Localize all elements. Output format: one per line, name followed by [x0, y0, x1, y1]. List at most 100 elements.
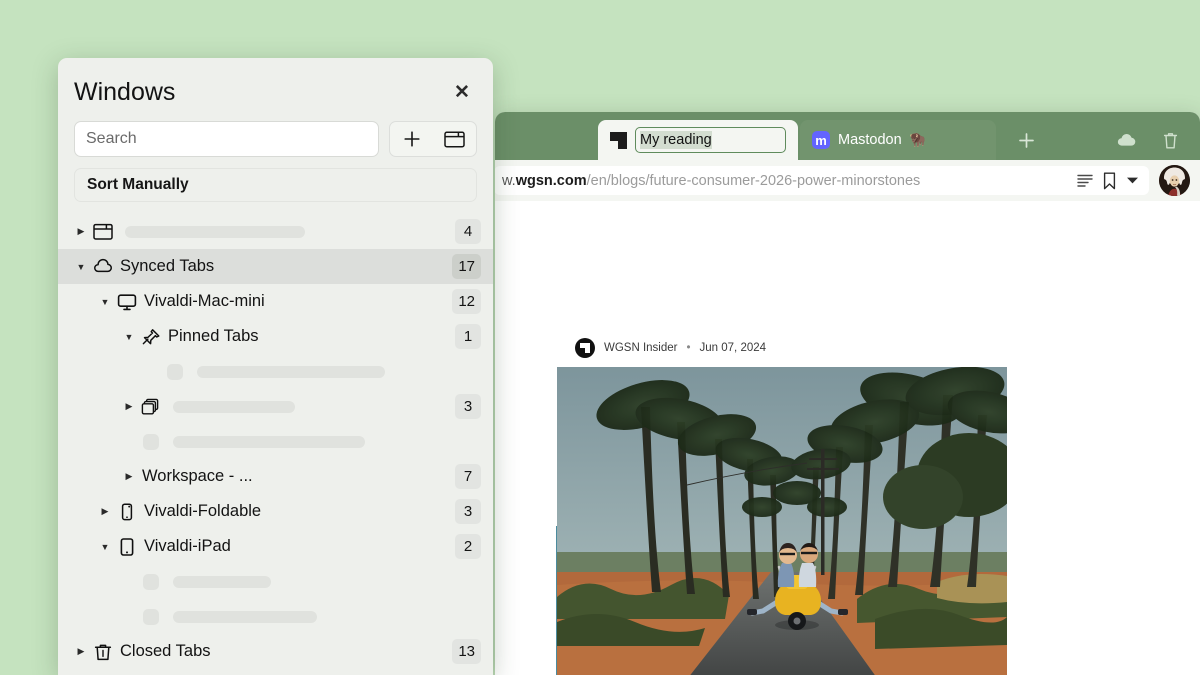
tab-count-badge: 13: [452, 639, 481, 664]
pinned-tabs-group[interactable]: ▼ Pinned Tabs 1: [58, 319, 493, 354]
tab-count-badge: 3: [455, 499, 481, 524]
chevron-right-icon[interactable]: ▶: [96, 506, 114, 517]
cloud-icon: [90, 258, 116, 276]
windows-tree[interactable]: ▶ 4 ▼ Synced Tabs 17 ▼ Vivaldi-Mac-mini 12 ▼ Pinn…: [58, 214, 493, 675]
window-row[interactable]: ▶ 4: [58, 214, 493, 249]
sort-mode-label: Sort Manually: [87, 176, 189, 193]
tree-row-label: Synced Tabs: [120, 257, 215, 275]
chevron-right-icon[interactable]: ▶: [120, 471, 138, 482]
desktop-icon: [114, 293, 140, 311]
chevron-right-icon[interactable]: ▶: [120, 401, 138, 412]
trash-icon: [90, 643, 116, 661]
tree-row-title-placeholder: [173, 610, 317, 623]
favicon-placeholder-icon: [138, 433, 164, 450]
panel-header: Windows ✕: [58, 58, 493, 111]
tree-row-title-placeholder: [173, 435, 365, 448]
url-text: w.wgsn.com/en/blogs/future-consumer-2026…: [495, 173, 1067, 189]
tab-stack-icon: [138, 398, 164, 416]
tree-row-label: Vivaldi-Foldable: [144, 502, 262, 520]
meta-separator: •: [686, 342, 691, 354]
tab-rename-input[interactable]: My reading: [635, 127, 786, 153]
device-vivaldi-mac-mini[interactable]: ▼ Vivaldi-Mac-mini 12: [58, 284, 493, 319]
synced-tabs-group[interactable]: ▼ Synced Tabs 17: [58, 249, 493, 284]
favicon-placeholder: [143, 433, 159, 450]
tab-title-text: My reading: [640, 131, 712, 149]
favicon-placeholder-icon: [162, 363, 188, 380]
article-date: Jun 07, 2024: [699, 342, 767, 354]
tab-item[interactable]: [58, 354, 493, 389]
pin-icon: [138, 328, 164, 346]
tab-item[interactable]: [58, 424, 493, 459]
chevron-right-icon[interactable]: ▶: [72, 226, 90, 237]
favicon-placeholder: [143, 573, 159, 590]
chevron-right-icon[interactable]: ▶: [72, 646, 90, 657]
window-icon: [90, 223, 116, 241]
workspace-group[interactable]: ▶ Workspace - ... 7: [58, 459, 493, 494]
url-host: wgsn.com: [515, 172, 587, 189]
panel-action-buttons: [389, 121, 477, 157]
close-icon[interactable]: ✕: [449, 80, 475, 106]
chevron-down-icon[interactable]: ▼: [120, 332, 138, 342]
tab-item[interactable]: [58, 564, 493, 599]
sort-mode-row[interactable]: Sort Manually: [74, 168, 477, 202]
tab-count-badge: 12: [452, 289, 481, 314]
tab-label-mastodon: Mastodon: [838, 132, 902, 148]
url-bar: w.wgsn.com/en/blogs/future-consumer-2026…: [495, 160, 1200, 201]
tab-count-badge: 2: [455, 534, 481, 559]
article-meta: WGSN Insider • Jun 07, 2024: [575, 338, 766, 358]
address-input[interactable]: w.wgsn.com/en/blogs/future-consumer-2026…: [495, 166, 1149, 195]
favicon-placeholder-icon: [138, 608, 164, 625]
chevron-down-icon[interactable]: ▼: [72, 262, 90, 272]
tab-bar: My reading m Mastodon 🦬: [495, 112, 1200, 160]
tab-mastodon[interactable]: m Mastodon 🦬: [800, 120, 996, 160]
device-vivaldi-foldable[interactable]: ▶ Vivaldi-Foldable 3: [58, 494, 493, 529]
panel-toolbar: [58, 111, 493, 157]
tree-row-title-placeholder: [173, 400, 295, 413]
device-vivaldi-ipad[interactable]: ▼ Vivaldi-iPad 2: [58, 529, 493, 564]
new-tab-button[interactable]: [1004, 120, 1048, 160]
favicon-placeholder-icon: [138, 573, 164, 590]
bookmark-icon[interactable]: [1103, 172, 1116, 190]
tab-my-reading[interactable]: My reading: [598, 120, 798, 160]
url-path: /en/blogs/future-consumer-2026-power-min…: [586, 172, 921, 189]
sync-cloud-button[interactable]: [1104, 120, 1148, 160]
article-source: WGSN Insider: [604, 342, 678, 354]
chevron-down-icon[interactable]: ▼: [96, 297, 114, 307]
trash-button[interactable]: [1148, 120, 1192, 160]
wgsn-logo-icon: [575, 338, 595, 358]
window-layout-button[interactable]: [437, 124, 473, 154]
tab-count-badge: 4: [455, 219, 481, 244]
tree-row-label: Vivaldi-iPad: [144, 537, 231, 555]
new-window-button[interactable]: [394, 124, 430, 154]
mastodon-icon: m: [812, 131, 830, 149]
page-title: Windows: [74, 78, 176, 106]
windows-panel: Windows ✕ Sort Manually ▶4▼Synced Tabs17…: [58, 58, 493, 675]
tab-count-badge: 3: [455, 394, 481, 419]
profile-avatar[interactable]: [1159, 165, 1190, 196]
phone-icon: [114, 502, 140, 521]
tab-count-badge: 17: [452, 254, 481, 279]
tablet-icon: [114, 537, 140, 556]
mammoth-emoji-icon: 🦬: [909, 132, 926, 147]
square-mark-icon: [610, 131, 627, 149]
chevron-down-icon[interactable]: [1126, 176, 1139, 185]
tree-row-title-placeholder: [125, 225, 305, 238]
tab-stack[interactable]: ▶ 3: [58, 389, 493, 424]
tree-row-title-placeholder: [173, 575, 271, 588]
search-input[interactable]: [74, 121, 379, 157]
reader-view-icon[interactable]: [1077, 174, 1093, 187]
chevron-down-icon[interactable]: ▼: [96, 542, 114, 552]
favicon-placeholder: [167, 363, 183, 380]
closed-tabs-group[interactable]: ▶ Closed Tabs 13: [58, 634, 493, 669]
article-hero-image: [557, 367, 1007, 675]
tabbar-right-actions: [1104, 120, 1200, 160]
favicon-placeholder: [143, 608, 159, 625]
browser-window: My reading m Mastodon 🦬 w.wgsn.com/en/bl…: [495, 112, 1200, 675]
tree-row-label: Closed Tabs: [120, 642, 211, 660]
tab-item[interactable]: [58, 599, 493, 634]
tree-row-label: Workspace - ...: [142, 467, 253, 485]
tab-count-badge: 1: [455, 324, 481, 349]
tab-count-badge: 7: [455, 464, 481, 489]
tree-row-label: Vivaldi-Mac-mini: [144, 292, 265, 310]
page-content: WGSN Insider • Jun 07, 2024: [495, 201, 1200, 675]
